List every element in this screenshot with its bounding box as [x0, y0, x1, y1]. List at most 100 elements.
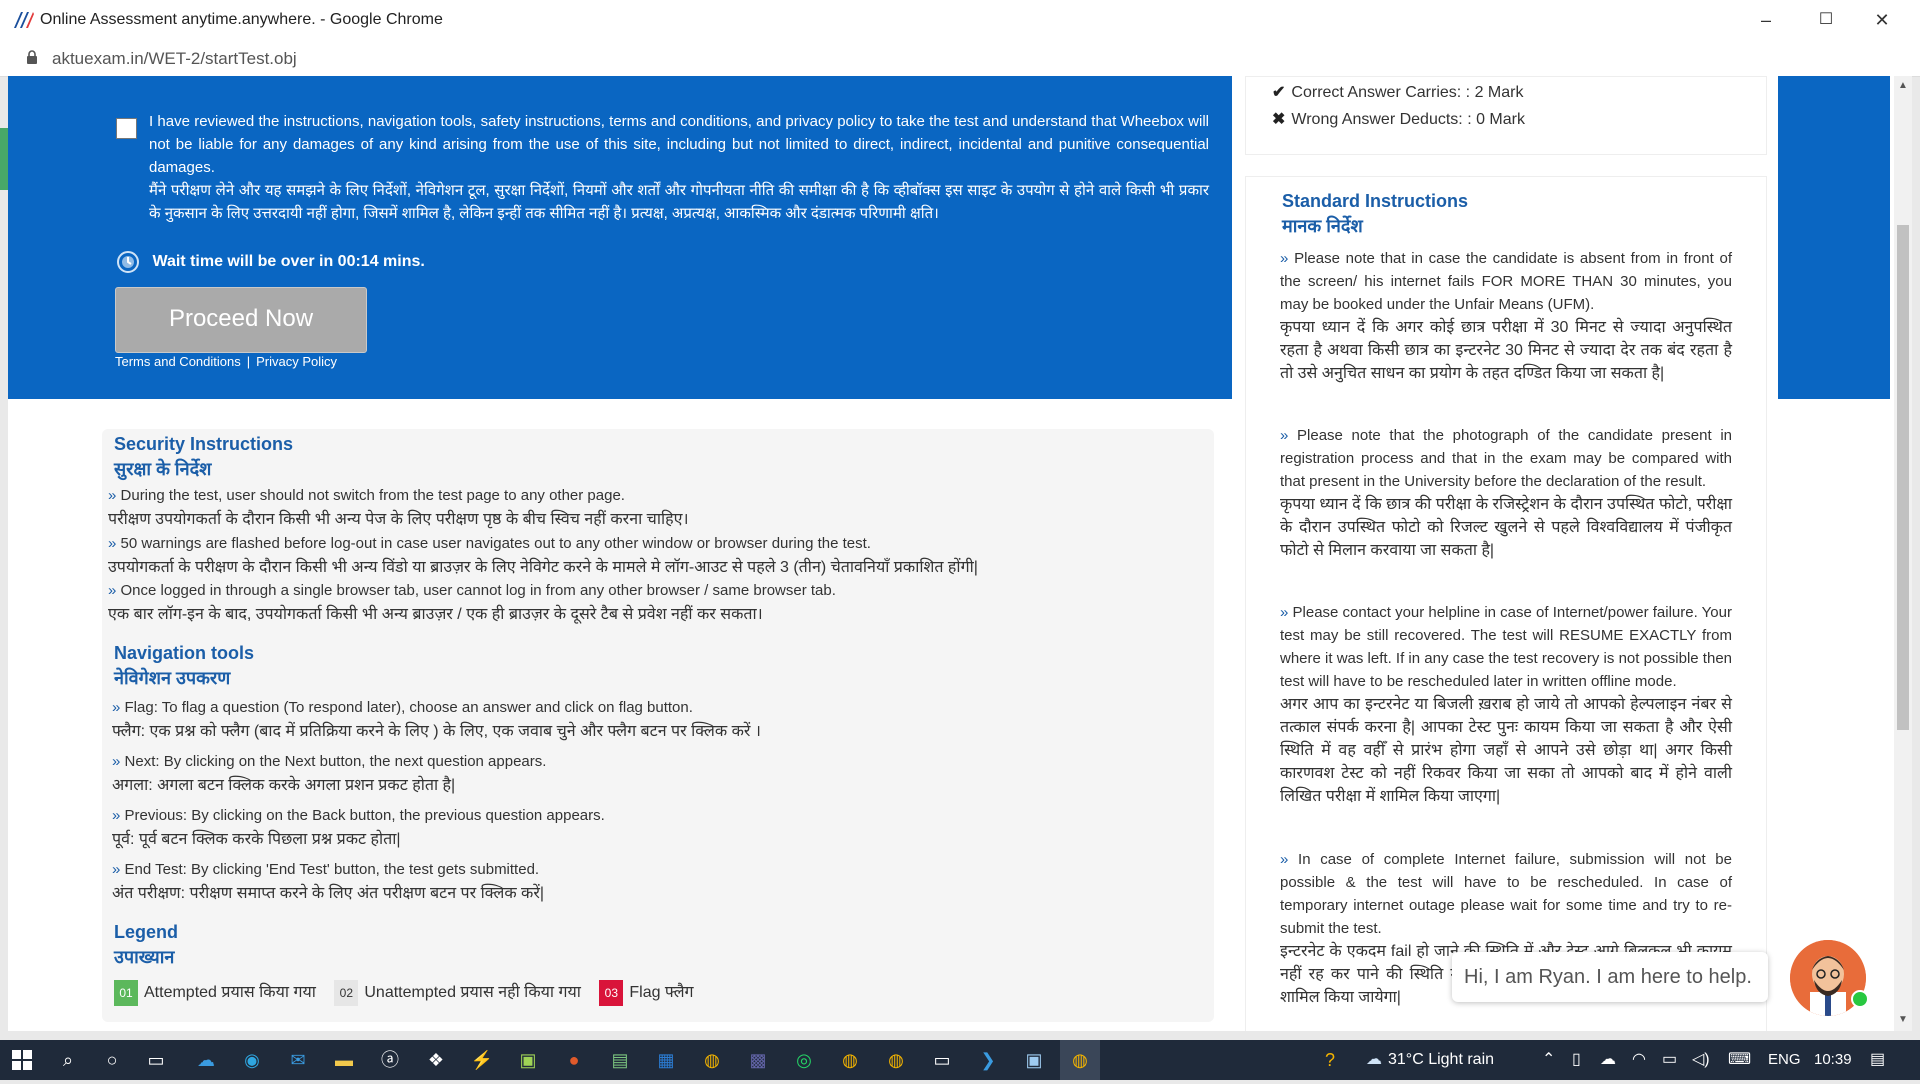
scroll-up-arrow[interactable]: ▲	[1898, 80, 1908, 91]
wheebox-logo-icon	[14, 12, 34, 28]
security-item: » Once logged in through a single browse…	[108, 582, 1208, 624]
security-item-en: During the test, user should not switch …	[120, 487, 625, 504]
help-icon[interactable]: ?	[1310, 1040, 1350, 1080]
search-icon[interactable]: ⌕	[48, 1040, 88, 1080]
standard-title-hi: मानक निर्देश	[1282, 216, 1363, 236]
standard-item: » Please note that in case the candidate…	[1280, 247, 1732, 385]
security-title-en: Security Instructions	[114, 434, 294, 454]
lock-icon	[27, 50, 37, 64]
wrong-answer-text: Wrong Answer Deducts: : 0 Mark	[1291, 111, 1525, 128]
volume-icon[interactable]: ◁)	[1692, 1040, 1710, 1080]
standard-heading: Standard Instructions मानक निर्देश	[1282, 191, 1468, 238]
standard-item-hi: कृपया ध्यान दें कि छात्र की परीक्षा के र…	[1280, 496, 1732, 559]
online-status-dot	[1851, 990, 1869, 1008]
notifications-icon[interactable]: ▤	[1870, 1040, 1885, 1080]
powerpoint-icon[interactable]: ●	[554, 1040, 594, 1080]
security-title-hi: सुरक्षा के निर्देश	[114, 459, 212, 479]
device-icon[interactable]: ▯	[1572, 1040, 1581, 1080]
page-content: I have reviewed the instructions, naviga…	[8, 76, 1898, 1031]
security-item-hi: एक बार लॉग-इन के बाद, उपयोगकर्ता किसी भी…	[108, 606, 763, 623]
consent-checkbox[interactable]	[116, 118, 137, 139]
url-text[interactable]: aktuexam.in/WET-2/startTest.obj	[52, 49, 297, 69]
scroll-down-arrow[interactable]: ▼	[1898, 1014, 1908, 1025]
minimize-button[interactable]: –	[1746, 6, 1786, 34]
amazon-icon[interactable]: ⓐ	[370, 1040, 410, 1080]
vscode-icon[interactable]: ❯	[968, 1040, 1008, 1080]
navigation-item-hi: पूर्व: पूर्व बटन क्लिक करके पिछला प्रश्न…	[112, 831, 401, 848]
wrong-answer-row: ✖ Wrong Answer Deducts: : 0 Mark	[1272, 109, 1525, 129]
word-icon[interactable]: ▦	[646, 1040, 686, 1080]
onedrive-icon[interactable]: ☁	[186, 1040, 226, 1080]
close-button[interactable]: ✕	[1862, 6, 1902, 34]
consent-text-hi: मैंने परीक्षण लेने और यह समझने के लिए नि…	[149, 182, 1209, 222]
network-status-icon[interactable]: ☁	[1600, 1040, 1616, 1080]
cross-icon: ✖	[1272, 111, 1286, 128]
scrollbar-thumb[interactable]	[1897, 225, 1909, 730]
left-edge-strip	[0, 128, 8, 190]
legend-chip-flag: 03	[599, 980, 624, 1006]
chrome-icon[interactable]: ◍	[830, 1040, 870, 1080]
chrome-icon[interactable]: ◍	[692, 1040, 732, 1080]
address-bar: aktuexam.in/WET-2/startTest.obj	[0, 40, 1920, 77]
chrome-icon[interactable]: ◍	[876, 1040, 916, 1080]
terms-link[interactable]: Terms and Conditions	[115, 354, 241, 369]
navigation-title-hi: नेविगेशन उपकरण	[114, 668, 231, 688]
security-item: » During the test, user should not switc…	[108, 487, 1208, 529]
cortana-icon[interactable]: ○	[92, 1040, 132, 1080]
notepad-icon[interactable]: ▤	[600, 1040, 640, 1080]
security-item-en: 50 warnings are flashed before log-out i…	[120, 535, 871, 552]
legend-title-hi: उपाख्यान	[114, 947, 175, 967]
task-view-icon[interactable]: ▭	[136, 1040, 176, 1080]
dropbox-icon[interactable]: ❖	[416, 1040, 456, 1080]
edge-icon[interactable]: ◉	[232, 1040, 272, 1080]
teams-icon[interactable]: ▩	[738, 1040, 778, 1080]
navigation-title-en: Navigation tools	[114, 643, 255, 663]
proceed-now-button[interactable]: Proceed Now	[115, 287, 367, 353]
navigation-item: » Previous: By clicking on the Back butt…	[112, 807, 1212, 849]
browser-title-bar: Online Assessment anytime.anywhere. - Go…	[0, 0, 1920, 41]
standard-item-en: Please note that the photograph of the c…	[1280, 427, 1732, 490]
maximize-button[interactable]: ☐	[1806, 6, 1846, 34]
legend-items: 01 Attempted प्रयास किया गया 02 Unattempte…	[114, 980, 694, 1006]
standard-item-hi: कृपया ध्यान दें कि अगर कोई छात्र परीक्षा…	[1280, 319, 1732, 382]
weather-widget[interactable]: ☁ 31°C Light rain	[1366, 1040, 1494, 1080]
security-item: » 50 warnings are flashed before log-out…	[108, 535, 1208, 577]
blue-side-strip	[1778, 76, 1890, 399]
security-heading: Security Instructions सुरक्षा के निर्देश	[114, 434, 293, 481]
clock[interactable]: 10:39	[1814, 1040, 1852, 1080]
security-item-en: Once logged in through a single browser …	[120, 582, 836, 599]
mail-icon[interactable]: ✉	[278, 1040, 318, 1080]
app-icon[interactable]: ⚡	[462, 1040, 502, 1080]
chrome-active-icon[interactable]: ◍	[1060, 1040, 1100, 1080]
whatsapp-icon[interactable]: ◎	[784, 1040, 824, 1080]
keyboard-icon[interactable]: ⌨	[1728, 1040, 1751, 1080]
pycharm-icon[interactable]: ▣	[508, 1040, 548, 1080]
wifi-icon[interactable]: ◠	[1632, 1040, 1646, 1080]
battery-icon[interactable]: ▭	[1662, 1040, 1677, 1080]
navigation-item: » Next: By clicking on the Next button, …	[112, 753, 1212, 795]
standard-item-en: Please note that in case the candidate i…	[1280, 250, 1733, 313]
legend-label-attempted: Attempted प्रयास किया गया	[144, 984, 316, 1002]
navigation-heading: Navigation tools नेविगेशन उपकरण	[114, 643, 254, 690]
check-icon: ✔	[1272, 84, 1286, 101]
file-explorer-icon[interactable]: ▬	[324, 1040, 364, 1080]
correct-answer-text: Correct Answer Carries: : 2 Mark	[1291, 84, 1524, 101]
standard-item: » Please note that the photograph of the…	[1280, 424, 1732, 562]
standard-item: » Please contact your helpline in case o…	[1280, 601, 1732, 808]
windows-start-icon[interactable]	[2, 1040, 42, 1080]
legend-label-unattempted: Unattempted प्रयास नही किया गया	[364, 984, 581, 1002]
standard-instructions-card: Standard Instructions मानक निर्देश » Ple…	[1245, 176, 1767, 1031]
legend-title-en: Legend	[114, 922, 179, 942]
app-window-icon[interactable]: ▣	[1014, 1040, 1054, 1080]
standard-item-en: In case of complete Internet failure, su…	[1280, 851, 1732, 937]
security-item-hi: उपयोगकर्ता के परीक्षण के दौरान किसी भी अ…	[108, 559, 978, 576]
terminal-icon[interactable]: ▭	[922, 1040, 962, 1080]
tray-chevron-icon[interactable]: ⌃	[1542, 1040, 1555, 1080]
chat-bubble[interactable]: Hi, I am Ryan. I am here to help.	[1452, 952, 1768, 1002]
legend-label-flag: Flag फ्लैग	[629, 984, 694, 1002]
legend-heading: Legend उपाख्यान	[114, 922, 178, 969]
standard-title-en: Standard Instructions	[1282, 191, 1469, 211]
legend-chip-attempted: 01	[114, 980, 138, 1006]
language-indicator[interactable]: ENG	[1768, 1040, 1801, 1080]
privacy-link[interactable]: Privacy Policy	[256, 354, 337, 369]
